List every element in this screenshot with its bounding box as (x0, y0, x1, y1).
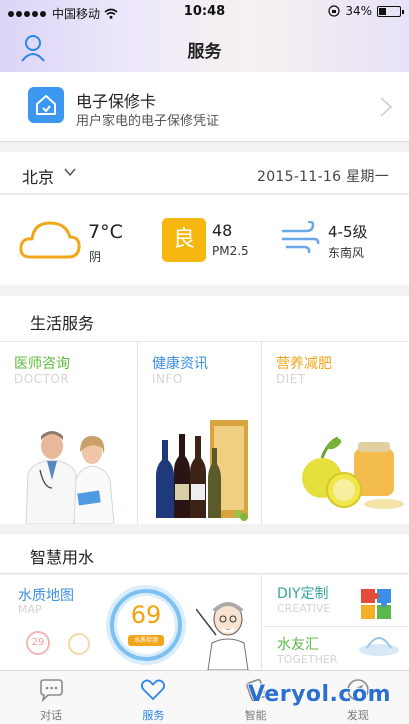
city-selector[interactable]: 北京 (22, 164, 54, 188)
wind-level: 4-5级 (328, 223, 368, 241)
tab-chat-label: 对话 (40, 709, 63, 722)
water-map-title: 水质地图 (18, 588, 74, 604)
water-map-card[interactable]: 水质地图 MAP 29 69 水质检测 (0, 575, 262, 670)
water-quality-label: 水质检测 (128, 635, 164, 646)
professor-illustration (196, 602, 249, 670)
doctors-illustration (25, 431, 115, 524)
water-quality-value: 69 (130, 601, 162, 629)
weather-condition: 阴 (89, 250, 102, 264)
page-title: 服务 (187, 42, 222, 62)
health-info-title: 健康资讯 (152, 356, 208, 372)
date-label: 2015-11-16 星期一 (256, 169, 389, 185)
doctor-card[interactable]: 医师咨询 DOCTOR (0, 342, 138, 524)
tab-service[interactable]: 服务 (102, 671, 204, 724)
location-row: 北京 2015-11-16 星期一 (0, 152, 409, 194)
water-quality-gauge[interactable]: 69 水质检测 (104, 583, 188, 667)
water-splash-icon (359, 637, 399, 656)
tab-discover-label: 发现 (346, 709, 369, 722)
battery-percent: 34% (345, 4, 372, 18)
diy-card[interactable]: DIY定制 CREATIVE (263, 575, 409, 627)
diy-title: DIY定制 (277, 586, 329, 602)
nav-bar: 服务 (0, 24, 409, 72)
aqi-value: 48 (212, 221, 233, 240)
wind-icon (282, 221, 320, 254)
water-map-subtitle: MAP (18, 603, 42, 616)
home-warranty-icon (28, 87, 64, 123)
chevron-right-icon (380, 97, 393, 117)
puzzle-icon (361, 589, 391, 619)
water-badge-29: 29 (26, 631, 50, 655)
diet-subtitle: DIET (276, 372, 306, 386)
water-friends-subtitle: TOGETHER (277, 653, 338, 666)
diet-card[interactable]: 营养减肥 DIET (262, 342, 409, 524)
temperature: 7°C (88, 221, 123, 243)
diy-subtitle: CREATIVE (277, 602, 331, 615)
weather-panel: 7°C 阴 良 48 PM2.5 4-5级 东南风 (0, 195, 409, 285)
diet-title: 营养减肥 (276, 356, 332, 372)
rotation-lock-icon (328, 5, 340, 17)
heart-icon (141, 679, 166, 700)
life-section-title: 生活服务 (30, 314, 95, 333)
health-info-subtitle: INFO (152, 372, 183, 386)
warranty-subtitle: 用户家电的电子保修凭证 (76, 114, 220, 129)
chat-icon (40, 679, 63, 702)
watermark: Veryol.com (247, 682, 391, 707)
water-friends-card[interactable]: 水友汇 TOGETHER (263, 628, 409, 670)
battery-icon (377, 5, 404, 17)
warranty-title: 电子保修卡 (76, 92, 157, 111)
cloud-icon (19, 221, 81, 259)
water-section-header: 智慧用水 (0, 534, 409, 574)
doctor-subtitle: DOCTOR (14, 372, 70, 386)
water-friends-title: 水友汇 (277, 637, 319, 653)
wine-bottles-illustration (156, 420, 248, 521)
health-info-card[interactable]: 健康资讯 INFO (138, 342, 262, 524)
tab-smart-label: 智能 (244, 709, 267, 722)
app-screen: 中国移动 10:48 34% 服务 电子保修卡 用户家电的电子保修凭证 北京 2… (0, 0, 409, 724)
wind-direction: 东南风 (328, 246, 365, 260)
aqi-badge: 良 (162, 218, 206, 262)
header: 中国移动 10:48 34% 服务 (0, 0, 409, 72)
tab-chat[interactable]: 对话 (0, 671, 102, 724)
status-right: 34% (328, 4, 404, 18)
life-section-header: 生活服务 (0, 296, 409, 342)
warranty-card[interactable]: 电子保修卡 用户家电的电子保修凭证 (0, 72, 409, 142)
aqi-label: PM2.5 (212, 244, 249, 258)
tab-service-label: 服务 (142, 709, 165, 722)
doctor-title: 医师咨询 (14, 356, 70, 372)
chevron-down-icon[interactable] (64, 168, 76, 177)
life-services: 医师咨询 DOCTOR 健康资讯 INFO 营养减肥 DIET (0, 342, 409, 524)
smart-water-panel: 水质地图 MAP 29 69 水质检测 DIY定制 CREATIVE 水友汇 T… (0, 575, 409, 670)
water-badge (68, 633, 90, 655)
water-section-title: 智慧用水 (30, 548, 95, 567)
lemon-honey-illustration (302, 436, 404, 509)
status-bar: 中国移动 10:48 34% (0, 0, 409, 24)
